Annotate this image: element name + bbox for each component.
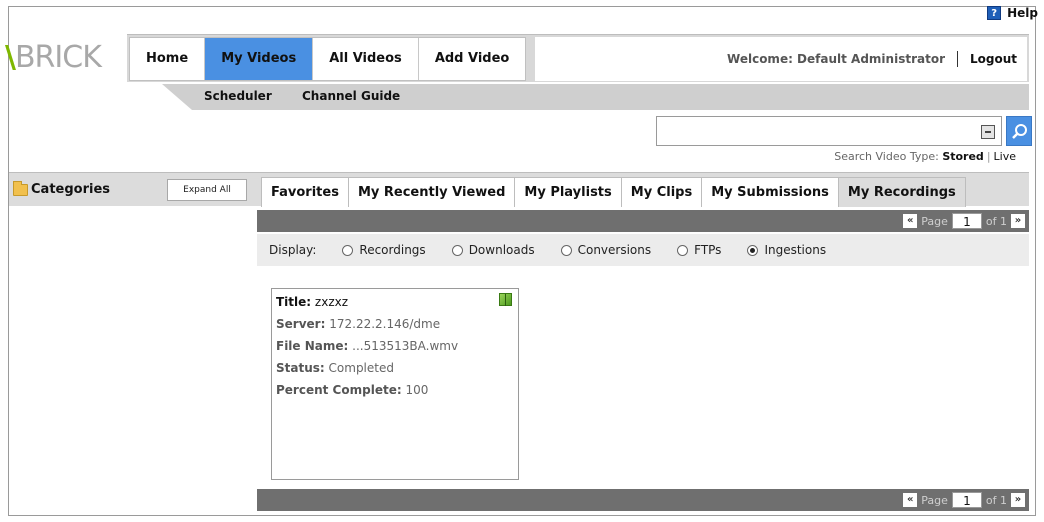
search-input[interactable]	[661, 118, 961, 144]
search-video-type: Search Video Type: Stored | Live	[834, 150, 1016, 163]
tab-my-recently-viewed[interactable]: My Recently Viewed	[347, 177, 516, 207]
categories-bar: Categories Expand All	[9, 172, 257, 206]
page-label: Page	[921, 493, 948, 507]
content-tabs: Favorites My Recently Viewed My Playlist…	[261, 177, 966, 207]
page-number-input[interactable]: 1	[951, 492, 982, 508]
page-of-label: of 1	[985, 214, 1007, 228]
card-percent-value: 100	[405, 383, 429, 397]
radio-label: Recordings	[359, 243, 426, 257]
pager-bar-top: « Page 1 of 1 »	[257, 210, 1029, 232]
page-number-input[interactable]: 1	[951, 213, 982, 229]
card-status-label: Status:	[276, 361, 325, 375]
tab-my-clips[interactable]: My Clips	[620, 177, 703, 207]
display-label: Display:	[269, 243, 317, 257]
card-file-row: File Name: ...513513BA.wmv	[276, 337, 514, 359]
radio-icon	[677, 244, 689, 256]
tab-my-recordings[interactable]: My Recordings	[837, 177, 966, 207]
card-percent-label: Percent Complete:	[276, 383, 402, 397]
main-nav: Home My Videos All Videos Add Video Welc…	[127, 34, 1029, 82]
logo-v: \	[5, 40, 16, 75]
radio-conversions[interactable]: Conversions	[560, 243, 652, 257]
card-status-row: Status: Completed	[276, 359, 514, 381]
card-server-label: Server:	[276, 317, 326, 331]
card-title-value: zxzxz	[314, 295, 349, 309]
radio-label: Ingestions	[764, 243, 827, 257]
search-icon	[1012, 124, 1027, 139]
radio-icon	[342, 244, 354, 256]
card-server-value: 172.22.2.146/dme	[329, 317, 441, 331]
search-button[interactable]	[1006, 116, 1032, 146]
radio-icon	[451, 244, 463, 256]
subnav-scheduler[interactable]: Scheduler	[204, 89, 272, 103]
radio-label: FTPs	[694, 243, 722, 257]
sub-nav: Scheduler Channel Guide	[162, 84, 1029, 110]
nav-tab-add-video[interactable]: Add Video	[419, 38, 526, 80]
radio-ftps[interactable]: FTPs	[677, 243, 721, 257]
tab-favorites[interactable]: Favorites	[261, 177, 349, 207]
card-server-row: Server: 172.22.2.146/dme	[276, 315, 514, 337]
nav-tab-all-videos[interactable]: All Videos	[313, 38, 419, 80]
next-page-button[interactable]: »	[1011, 214, 1025, 228]
prev-page-button[interactable]: «	[903, 214, 918, 228]
card-title-row: Title: zxzxz	[276, 293, 514, 315]
search-box	[656, 116, 1002, 146]
prev-page-button[interactable]: «	[903, 493, 918, 507]
subnav-channel-guide[interactable]: Channel Guide	[302, 89, 400, 103]
radio-downloads[interactable]: Downloads	[451, 243, 535, 257]
logo-text: BRICK	[14, 40, 102, 75]
next-page-button[interactable]: »	[1011, 493, 1025, 507]
cube-icon	[499, 293, 512, 306]
welcome-text: Welcome: Default Administrator	[727, 52, 945, 66]
welcome-area: Welcome: Default Administrator Logout	[535, 37, 1027, 81]
nav-tab-home[interactable]: Home	[130, 38, 206, 80]
search-type-divider: |	[986, 150, 991, 163]
page-label: Page	[921, 214, 948, 228]
radio-checked-icon	[747, 244, 759, 256]
page-of-label: of 1	[985, 493, 1007, 507]
help-icon: ?	[987, 6, 1002, 20]
ingestion-card[interactable]: Title: zxzxz Server: 172.22.2.146/dme Fi…	[271, 288, 519, 480]
help-link[interactable]: ? Help	[987, 6, 1038, 20]
radio-icon	[560, 244, 572, 256]
radio-label: Conversions	[577, 243, 652, 257]
search-type-live[interactable]: Live	[994, 150, 1016, 163]
radio-label: Downloads	[468, 243, 535, 257]
card-title-label: Title:	[276, 295, 312, 309]
display-filter: Display: Recordings Downloads Conversion…	[257, 234, 1029, 266]
vbrick-logo: \BRICK	[5, 40, 123, 76]
nav-tab-my-videos[interactable]: My Videos	[205, 38, 314, 80]
tab-my-submissions[interactable]: My Submissions	[701, 177, 839, 207]
search-type-stored[interactable]: Stored	[942, 150, 984, 163]
help-label: Help	[1007, 6, 1038, 20]
tab-my-playlists[interactable]: My Playlists	[514, 177, 622, 207]
radio-ingestions[interactable]: Ingestions	[747, 243, 826, 257]
categories-title: Categories	[31, 182, 111, 197]
search-type-label: Search Video Type:	[834, 150, 939, 163]
logout-link[interactable]: Logout	[970, 52, 1017, 66]
card-file-value: ...513513BA.wmv	[352, 339, 459, 353]
card-file-label: File Name:	[276, 339, 349, 353]
folder-icon	[13, 181, 28, 196]
content-tabs-bar: Favorites My Recently Viewed My Playlist…	[257, 172, 1029, 207]
search-clear-icon[interactable]	[981, 125, 995, 139]
card-status-value: Completed	[328, 361, 394, 375]
expand-all-button[interactable]: Expand All	[167, 179, 247, 201]
main-nav-tabs: Home My Videos All Videos Add Video	[129, 37, 527, 81]
card-percent-row: Percent Complete: 100	[276, 381, 514, 403]
radio-recordings[interactable]: Recordings	[342, 243, 426, 257]
pager-bar-bottom: « Page 1 of 1 »	[257, 489, 1029, 511]
pager-top: « Page 1 of 1 »	[903, 213, 1025, 229]
welcome-divider	[956, 51, 958, 67]
pager-bottom: « Page 1 of 1 »	[903, 492, 1025, 508]
